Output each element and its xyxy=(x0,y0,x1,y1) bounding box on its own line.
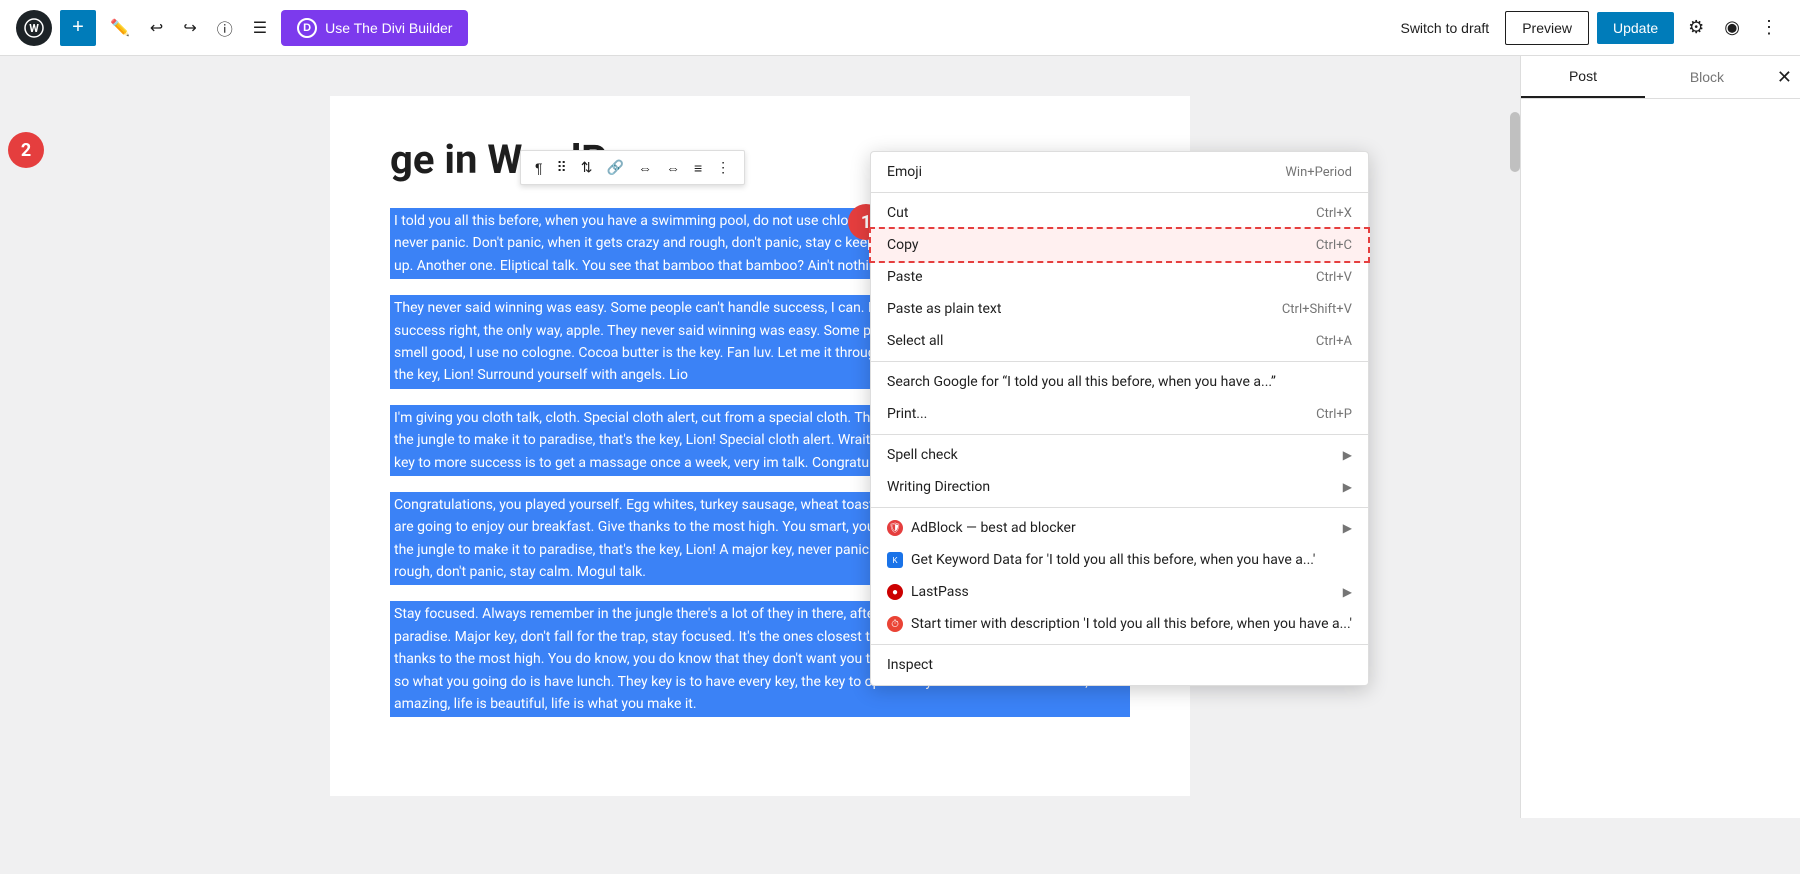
divi-builder-button[interactable]: D Use The Divi Builder xyxy=(281,10,468,46)
svg-text:W: W xyxy=(29,22,39,35)
menu-inspect[interactable]: Inspect xyxy=(871,649,1368,681)
badge-2: 2 xyxy=(8,132,44,168)
menu-divider-3 xyxy=(871,434,1368,435)
menu-divider-2 xyxy=(871,361,1368,362)
scrollbar-track xyxy=(1510,112,1520,874)
menu-select-all[interactable]: Select all Ctrl+A xyxy=(871,325,1368,357)
block-drag-handle[interactable]: ⠿ xyxy=(551,155,573,180)
align-button[interactable]: ≡ xyxy=(688,156,708,180)
align-wide-button[interactable]: ⇔ xyxy=(660,156,686,180)
menu-divider-4 xyxy=(871,507,1368,508)
menu-divider-1 xyxy=(871,192,1368,193)
link-button[interactable]: 🔗 xyxy=(601,155,630,180)
align-center-button[interactable]: ⇔ xyxy=(632,156,658,180)
tab-block[interactable]: Block xyxy=(1645,57,1769,97)
editor-top-bar: W + ✏️ ↩ ↪ ⓘ ☰ D Use The Divi Builder Sw… xyxy=(0,0,1800,56)
adblock-icon: 🛡 xyxy=(887,520,903,536)
settings-button[interactable]: ⚙ xyxy=(1682,11,1710,44)
divi-icon-button[interactable]: ◉ xyxy=(1718,11,1746,44)
menu-cut[interactable]: Cut Ctrl+X xyxy=(871,197,1368,229)
switch-draft-button[interactable]: Switch to draft xyxy=(1392,12,1497,44)
sidebar-content xyxy=(1521,99,1800,818)
menu-paste-plain[interactable]: Paste as plain text Ctrl+Shift+V xyxy=(871,293,1368,325)
context-menu: Emoji Win+Period Cut Ctrl+X Copy Ctrl+C … xyxy=(870,151,1369,686)
block-toolbar: ¶ ⠿ ⇅ 🔗 ⇔ ⇔ ≡ ⋮ xyxy=(520,150,745,185)
menu-keyword[interactable]: K Get Keyword Data for 'I told you all t… xyxy=(871,544,1368,576)
preview-button[interactable]: Preview xyxy=(1505,11,1589,45)
menu-emoji[interactable]: Emoji Win+Period xyxy=(871,156,1368,188)
more-options-button[interactable]: ⋮ xyxy=(1754,11,1784,44)
menu-search-google[interactable]: Search Google for “I told you all this b… xyxy=(871,366,1368,398)
menu-lastpass[interactable]: ● LastPass ▶ xyxy=(871,576,1368,608)
menu-adblock[interactable]: 🛡 AdBlock — best ad blocker ▶ xyxy=(871,512,1368,544)
undo-button[interactable]: ↩ xyxy=(144,12,169,44)
paragraph-type-button[interactable]: ¶ xyxy=(529,156,549,180)
divi-logo: D xyxy=(297,18,317,38)
menu-spell-check[interactable]: Spell check ▶ xyxy=(871,439,1368,471)
menu-paste[interactable]: Paste Ctrl+V xyxy=(871,261,1368,293)
toolbar-right: Switch to draft Preview Update ⚙ ◉ ⋮ xyxy=(1392,11,1784,45)
menu-copy[interactable]: Copy Ctrl+C xyxy=(869,227,1370,263)
block-up-down-button[interactable]: ⇅ xyxy=(575,155,599,180)
scrollbar-thumb[interactable] xyxy=(1510,112,1520,172)
keyword-icon: K xyxy=(887,552,903,568)
menu-writing-direction[interactable]: Writing Direction ▶ xyxy=(871,471,1368,503)
list-view-button[interactable]: ☰ xyxy=(247,12,273,44)
wp-logo[interactable]: W xyxy=(16,10,52,46)
add-block-button[interactable]: + xyxy=(60,10,96,46)
timer-icon: ⏱ xyxy=(887,616,903,632)
menu-print[interactable]: Print... Ctrl+P xyxy=(871,398,1368,430)
sidebar-close-button[interactable]: ✕ xyxy=(1769,59,1800,96)
sidebar-tabs: Post Block ✕ xyxy=(1521,56,1800,99)
more-block-options[interactable]: ⋮ xyxy=(710,155,736,180)
tab-post[interactable]: Post xyxy=(1521,56,1645,98)
menu-timer[interactable]: ⏱ Start timer with description 'I told y… xyxy=(871,608,1368,640)
right-sidebar: Post Block ✕ xyxy=(1520,56,1800,818)
edit-icon-button[interactable]: ✏️ xyxy=(104,12,136,44)
info-button[interactable]: ⓘ xyxy=(211,10,239,46)
lastpass-icon: ● xyxy=(887,584,903,600)
update-button[interactable]: Update xyxy=(1597,12,1674,44)
redo-button[interactable]: ↪ xyxy=(177,12,202,44)
toolbar-left: W + ✏️ ↩ ↪ ⓘ ☰ D Use The Divi Builder xyxy=(16,10,468,46)
menu-divider-5 xyxy=(871,644,1368,645)
